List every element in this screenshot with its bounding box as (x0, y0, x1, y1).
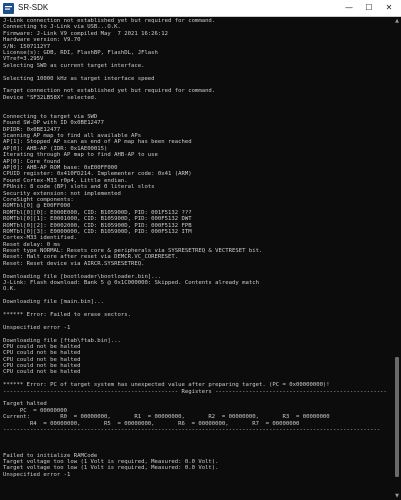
scroll-down-arrow-icon[interactable]: ▼ (393, 492, 401, 500)
scroll-thumb[interactable] (395, 357, 399, 477)
console-output[interactable]: J-Link connection not established yet bu… (3, 18, 390, 500)
title-bar: SR-SDK — ☐ ✕ (0, 0, 401, 17)
minimize-button[interactable]: — (341, 0, 357, 16)
vertical-scrollbar[interactable]: ▲ ▼ (393, 17, 401, 500)
close-button[interactable]: ✕ (381, 0, 397, 16)
console-line: Unspecified error -1 (3, 471, 71, 478)
app-icon (3, 3, 14, 14)
scroll-up-arrow-icon[interactable]: ▲ (393, 17, 401, 25)
console-line: ----------------------------------------… (3, 427, 381, 433)
window-title: SR-SDK (18, 3, 49, 12)
maximize-button[interactable]: ☐ (361, 0, 377, 16)
console-line: ----------------------------------------… (3, 388, 387, 395)
